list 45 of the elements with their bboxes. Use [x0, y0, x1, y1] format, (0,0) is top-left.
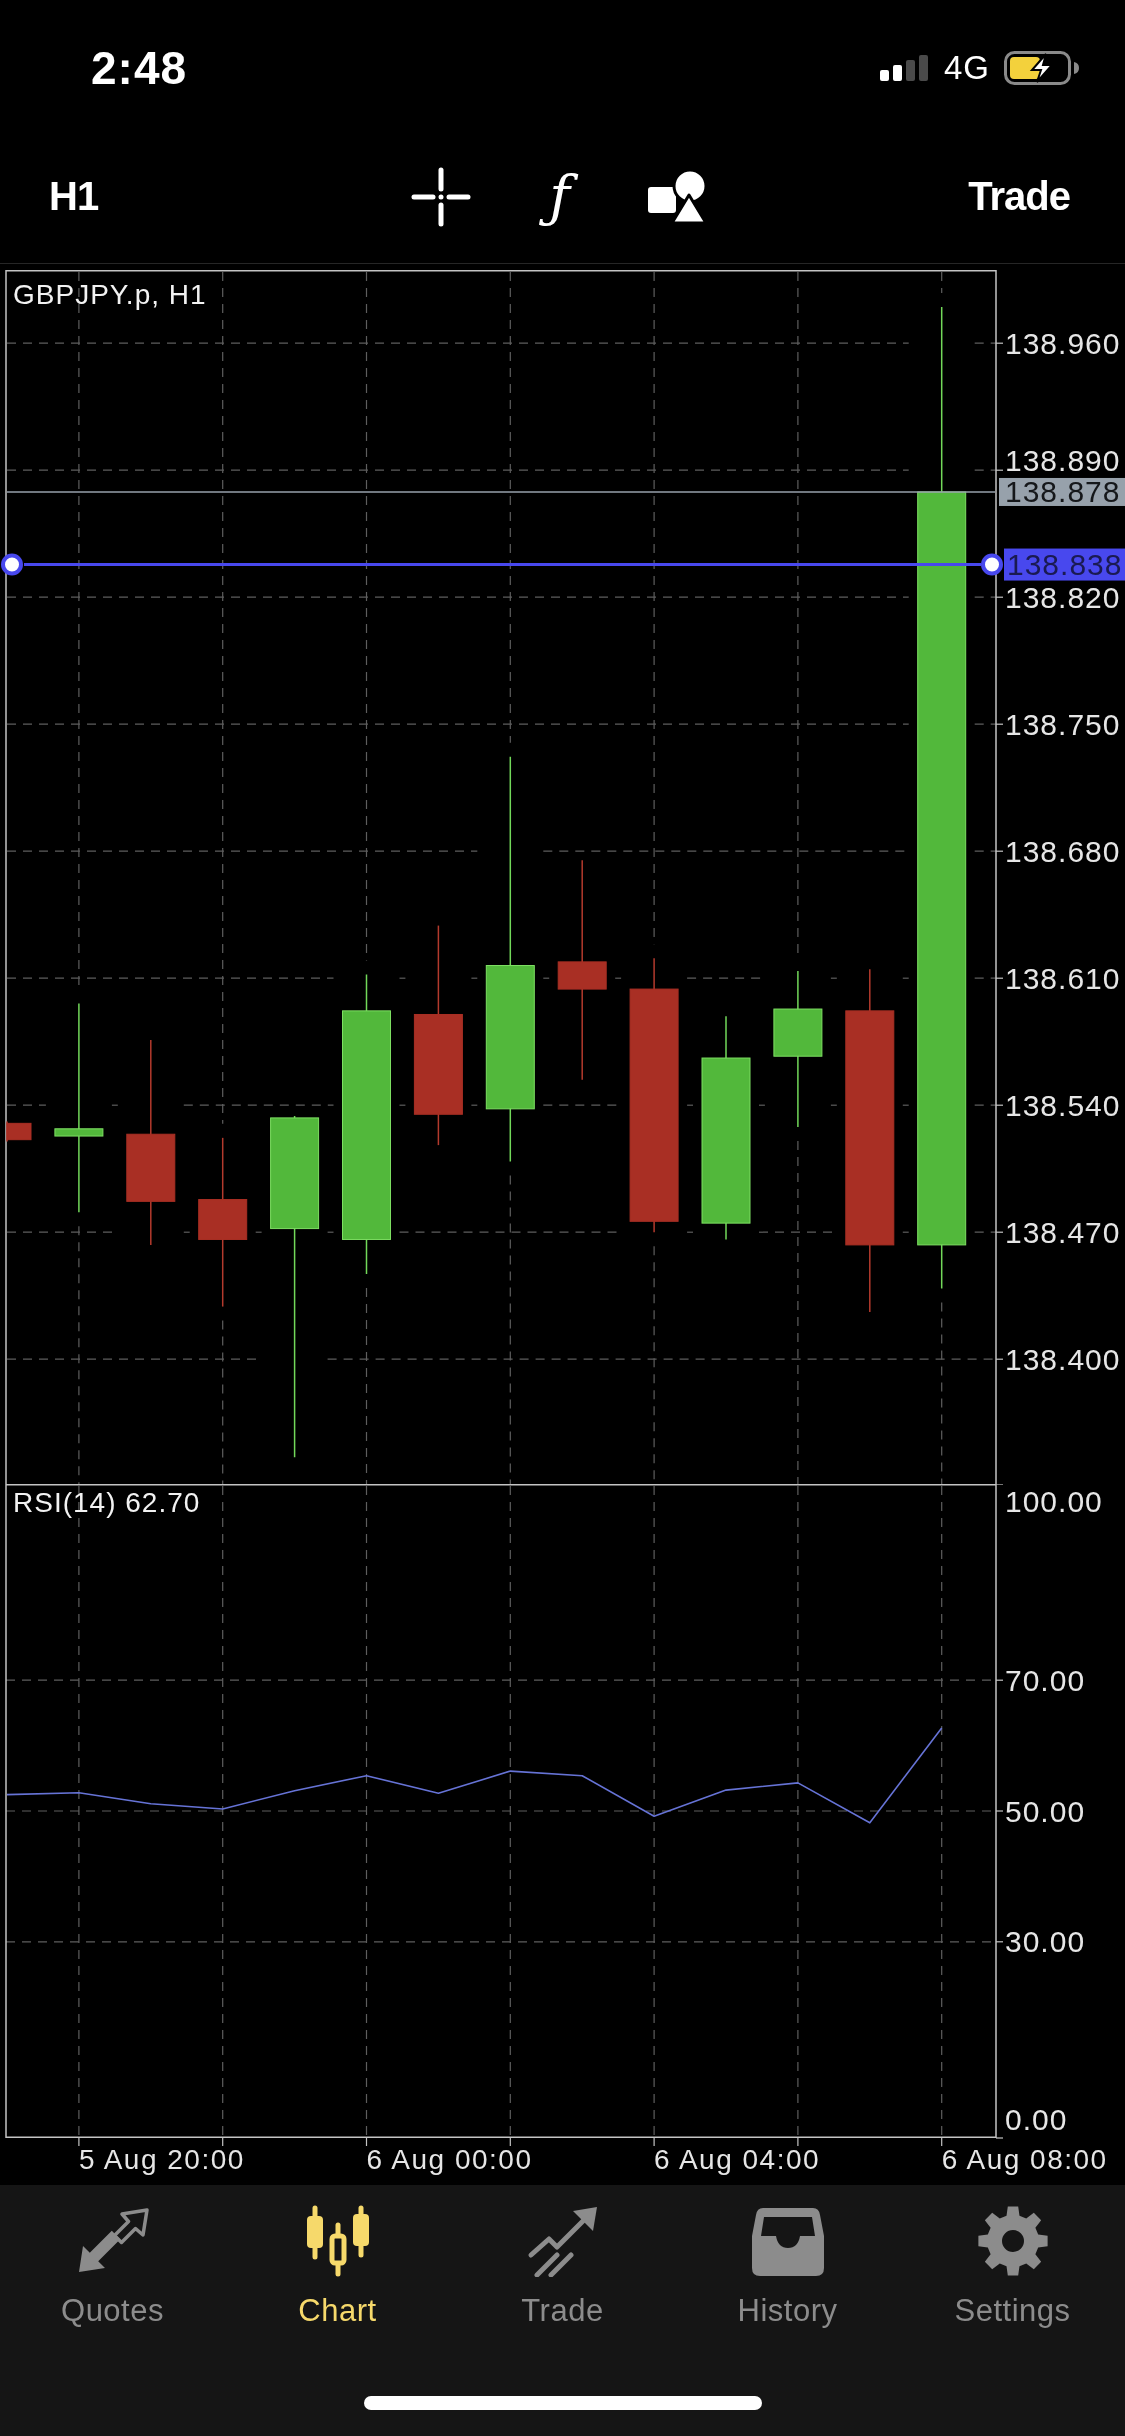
tab-bar-item[interactable]: History — [675, 2185, 900, 2333]
rsi-title: RSI(14) 62.70 — [13, 1486, 201, 1518]
bearish-candle — [6, 1120, 32, 1143]
rsi-axis-label: 30.00 — [1005, 1925, 1086, 1959]
price-axis-label: 138.400 — [1005, 1342, 1121, 1376]
signal-icon — [879, 55, 930, 81]
price-axis-label: 138.540 — [1005, 1088, 1121, 1122]
tab-bar-item[interactable]: Settings — [900, 2185, 1125, 2333]
drag-handle[interactable] — [981, 553, 1003, 576]
bid-price-tag: 138.878 — [999, 475, 1125, 509]
settings-icon — [976, 2205, 1049, 2277]
drag-handle[interactable] — [1, 553, 23, 576]
price-axis-label: 138.470 — [1005, 1215, 1121, 1249]
price-level-tag: 138.838 — [1004, 548, 1125, 582]
price-axis-label: 138.680 — [1005, 834, 1121, 868]
battery-charging-icon — [1004, 51, 1079, 85]
price-axis-label: 138.750 — [1005, 707, 1121, 741]
chart-title: GBPJPY.p, H1 — [13, 278, 207, 310]
time-axis-label: 6 Aug 08:00 — [941, 2143, 1108, 2175]
tab-bar-item[interactable]: Chart — [225, 2185, 450, 2333]
status-time: 2:48 — [91, 41, 188, 95]
tab-bar-item[interactable]: Trade — [450, 2185, 675, 2333]
arrows-icon — [76, 2208, 149, 2274]
timeframe-button[interactable]: H1 — [49, 174, 99, 219]
trend-arrow-icon — [526, 2205, 599, 2277]
indicators-button[interactable]: ƒ — [535, 154, 584, 239]
rsi-axis-label: 100.00 — [1005, 1484, 1103, 1518]
crosshair-icon — [411, 166, 472, 227]
price-axis-label: 138.960 — [1005, 326, 1121, 360]
inbox-icon — [750, 2206, 825, 2276]
shapes-icon — [647, 168, 708, 225]
time-axis-label: 5 Aug 20:00 — [78, 2143, 245, 2175]
price-axis-label: 138.890 — [1005, 444, 1121, 478]
trade-button[interactable]: Trade — [968, 174, 1070, 219]
rsi-axis-label: 50.00 — [1005, 1794, 1086, 1828]
time-axis-label: 6 Aug 00:00 — [366, 2143, 533, 2175]
network-type: 4G — [943, 49, 990, 87]
rsi-axis-label: 0.00 — [1005, 2102, 1068, 2136]
objects-button[interactable] — [647, 168, 708, 225]
tab-bar-item[interactable]: Quotes — [0, 2185, 225, 2333]
rsi-axis-label: 70.00 — [1005, 1663, 1086, 1697]
price-axis-label: 138.820 — [1005, 581, 1121, 615]
price-axis-label: 138.610 — [1005, 961, 1121, 995]
crosshair-button[interactable] — [411, 166, 472, 227]
time-axis-label: 6 Aug 04:00 — [654, 2143, 821, 2175]
